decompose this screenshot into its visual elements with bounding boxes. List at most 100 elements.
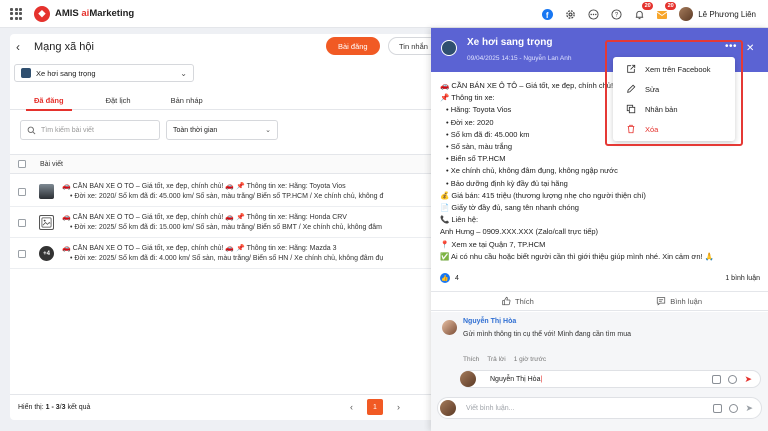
user-avatar: [460, 371, 476, 387]
tab-drafts[interactable]: Bản nháp: [171, 90, 203, 110]
notification-bell-icon[interactable]: 20: [633, 2, 654, 20]
image-upload-icon[interactable]: [713, 403, 723, 413]
search-posts-input[interactable]: Tìm kiếm bài viết: [20, 120, 160, 140]
like-reaction-icon: 👍: [440, 273, 450, 283]
time-range-value: Toàn thời gian: [173, 126, 218, 134]
facebook-icon[interactable]: f: [541, 8, 553, 20]
post-line-2: • Đời xe: 2025/ Số km đã đi: 4.000 km/ S…: [70, 254, 384, 262]
select-all-checkbox[interactable]: [18, 160, 26, 168]
highlight-annotation-box: [605, 40, 743, 146]
social-posts-panel: ‹ Mạng xã hội Bài đăng Tin nhắn Xe hơi s…: [10, 34, 440, 420]
post-button[interactable]: Bài đăng: [326, 37, 380, 55]
comment-section: Nguyễn Thị Hòa Gửi mình thông tin cụ thể…: [431, 312, 768, 431]
tab-published[interactable]: Đã đăng: [26, 90, 72, 111]
post-actions: Thích Bình luận: [431, 291, 768, 311]
row-checkbox[interactable]: [18, 218, 26, 227]
comment-input[interactable]: Viết bình luận... ➤: [437, 397, 762, 419]
content-line: ✅ Ai có nhu cầu hoặc biết người cần thì …: [440, 251, 715, 261]
svg-text:?: ?: [615, 12, 619, 18]
emoji-icon[interactable]: [729, 403, 739, 413]
comment-text: Gửi mình thông tin cụ thể với! Mình đang…: [463, 331, 632, 338]
content-line: Anh Hưng – 0909.XXX.XXX (Zalo/call trực …: [440, 227, 599, 237]
send-icon[interactable]: ➤: [745, 403, 753, 414]
post-line-1: 🚗 CẦN BÁN XE Ô TÔ – Giá tốt, xe đẹp, chí…: [62, 244, 337, 252]
like-label: Thích: [515, 296, 534, 306]
content-line: • Xe chính chủ, không đâm đụng, không ng…: [446, 166, 618, 176]
post-line-2: • Đời xe: 2020/ Số km đã đi: 45.000 km/ …: [70, 192, 384, 200]
top-bar: ◆ AMIS aiMarketing f ? 20 20 Lê Phương L…: [0, 0, 768, 28]
user-name[interactable]: Lê Phương Liên: [698, 10, 756, 19]
table-header: Bài viết: [10, 154, 440, 174]
image-upload-icon[interactable]: [712, 374, 722, 384]
prev-page-icon[interactable]: ‹: [350, 402, 353, 412]
user-avatar: [440, 400, 456, 416]
logo-mark-icon: ◆: [34, 5, 50, 22]
content-line: 📞 Liên hệ:: [440, 215, 479, 225]
pagination: ‹ 1 ›: [350, 399, 400, 415]
like-button[interactable]: Thích: [501, 296, 534, 306]
comment-reply-link[interactable]: Trả lời: [487, 356, 505, 363]
table-row[interactable]: 🚗 CẦN BÁN XE Ô TÔ – Giá tốt, xe đẹp, chí…: [10, 177, 440, 207]
search-icon: [27, 126, 36, 134]
post-thumbnail: [39, 184, 54, 199]
post-line-2: • Đời xe: 2025/ Số km đã đi: 15.000 km/ …: [70, 223, 382, 231]
inbox-count-badge: 20: [665, 2, 677, 10]
next-page-icon[interactable]: ›: [397, 402, 400, 412]
table-row[interactable]: +4 🚗 CẦN BÁN XE Ô TÔ – Giá tốt, xe đẹp, …: [10, 239, 440, 269]
comment-count[interactable]: 1 bình luận: [725, 275, 760, 282]
more-options-icon[interactable]: [587, 8, 599, 20]
table-footer: Hiển thị: 1 - 3/3 kết quả ‹ 1 ›: [10, 394, 440, 420]
comment-placeholder: Viết bình luận...: [466, 404, 515, 412]
time-range-select[interactable]: Toàn thời gian ⌄: [166, 120, 278, 140]
post-meta: 09/04/2025 14:15 - Nguyễn Lan Anh: [467, 55, 572, 62]
commenter-avatar[interactable]: [442, 320, 457, 335]
settings-gear-icon[interactable]: [564, 8, 576, 20]
close-icon[interactable]: ✕: [746, 43, 754, 54]
search-placeholder: Tìm kiếm bài viết: [41, 126, 94, 134]
emoji-icon[interactable]: [728, 374, 738, 384]
post-thumbnail-more: +4: [39, 246, 54, 261]
reply-value: Nguyễn Thị Hòa|: [490, 375, 543, 383]
page-title: Mạng xã hội: [34, 41, 94, 53]
app-grid-icon[interactable]: [10, 7, 22, 20]
facebook-page-select[interactable]: Xe hơi sang trọng ⌄: [14, 64, 194, 82]
row-checkbox[interactable]: [18, 249, 26, 258]
comment-actions: Thích Trả lời 1 giờ trước: [463, 356, 546, 363]
help-icon[interactable]: ?: [610, 8, 622, 20]
content-line: 💰 Giá bán: 415 triệu (thương lượng nhẹ c…: [440, 190, 646, 200]
post-line-1: 🚗 CẦN BÁN XE Ô TÔ – Giá tốt, xe đẹp, chí…: [62, 213, 347, 221]
post-line-1: 🚗 CẦN BÁN XE Ô TÔ – Giá tốt, xe đẹp, chí…: [62, 182, 346, 190]
page-select-value: Xe hơi sang trọng: [36, 68, 96, 78]
page-avatar: [441, 40, 457, 56]
image-placeholder-icon: [39, 215, 54, 230]
result-count: Hiển thị: 1 - 3/3 kết quả: [18, 404, 91, 411]
reply-input[interactable]: Nguyễn Thị Hòa| ➤: [460, 370, 761, 388]
content-line: 📄 Giấy tờ đầy đủ, sang tên nhanh chóng: [440, 203, 579, 213]
table-row[interactable]: 🚗 CẦN BÁN XE Ô TÔ – Giá tốt, xe đẹp, chí…: [10, 208, 440, 238]
tab-scheduled[interactable]: Đặt lịch: [106, 90, 131, 110]
content-line: • Bảo dưỡng định kỳ đầy đủ tại hãng: [446, 178, 568, 188]
chevron-down-icon: ⌄: [265, 127, 271, 134]
row-checkbox[interactable]: [18, 187, 26, 196]
send-icon[interactable]: ➤: [744, 374, 752, 385]
back-arrow-icon[interactable]: ‹: [16, 40, 28, 54]
comment-bubble: Nguyễn Thị Hòa Gửi mình thông tin cụ thể…: [463, 318, 713, 338]
comment-button[interactable]: Bình luận: [656, 296, 702, 306]
user-avatar[interactable]: [679, 7, 694, 21]
content-line: • Biển số TP.HCM: [446, 154, 506, 164]
commenter-name[interactable]: Nguyễn Thị Hòa: [463, 318, 713, 325]
content-line: 📍 Xem xe tại Quận 7, TP.HCM: [440, 239, 546, 249]
app-logo[interactable]: ◆ AMIS aiMarketing: [34, 5, 135, 22]
comment-icon: [657, 297, 666, 306]
column-post: Bài viết: [40, 160, 63, 168]
thumbs-up-icon: [502, 296, 511, 306]
page-avatar-icon: [21, 68, 31, 78]
like-count[interactable]: 4: [455, 275, 459, 282]
app-name: AMIS aiMarketing: [55, 8, 135, 19]
comment-like-link[interactable]: Thích: [463, 356, 479, 363]
page-number-button[interactable]: 1: [367, 399, 383, 415]
inbox-icon[interactable]: 20: [656, 2, 677, 20]
drawer-page-name: Xe hơi sang trọng: [467, 37, 553, 48]
post-tabs: Đã đăng Đặt lịch Bản nháp: [10, 90, 440, 111]
post-stats: 👍 4 1 bình luận: [440, 271, 760, 285]
